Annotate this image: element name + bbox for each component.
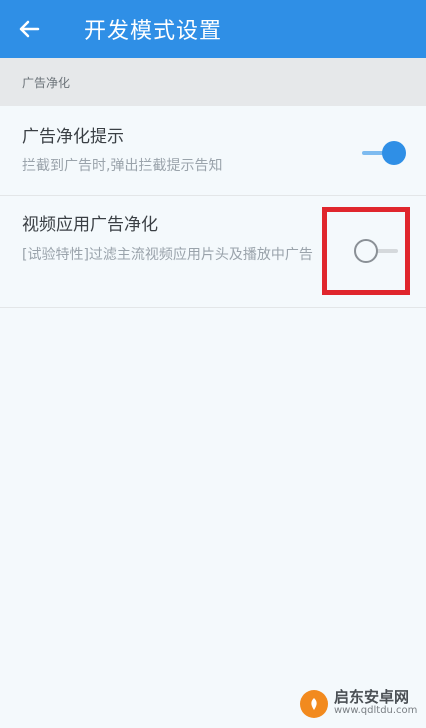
toggle-thumb [382, 141, 406, 165]
watermark-name: 启东安卓网 [334, 688, 410, 706]
setting-description: 拦截到广告时,弹出拦截提示告知 [22, 158, 223, 174]
annotation-highlight-box [322, 207, 410, 295]
app-bar: 开发模式设置 [0, 0, 426, 58]
setting-title: 广告净化提示 [22, 127, 124, 147]
section-header-ad-purify: 广告净化 [0, 58, 426, 106]
ad-purify-tip-toggle[interactable] [358, 139, 408, 167]
page-title: 开发模式设置 [84, 19, 223, 44]
watermark-url: www.qdltdu.com [334, 705, 418, 716]
watermark-text: 启东安卓网 www.qdltdu.com [334, 690, 417, 718]
watermark-logo-icon [300, 690, 328, 718]
back-button[interactable] [0, 0, 58, 58]
watermark: 启东安卓网 www.qdltdu.com [300, 684, 424, 724]
setting-description: [试验特性]过滤主流视频应用片头及播放中广告 [22, 247, 313, 263]
setting-title: 视频应用广告净化 [22, 215, 158, 235]
arrow-left-icon [19, 20, 40, 38]
